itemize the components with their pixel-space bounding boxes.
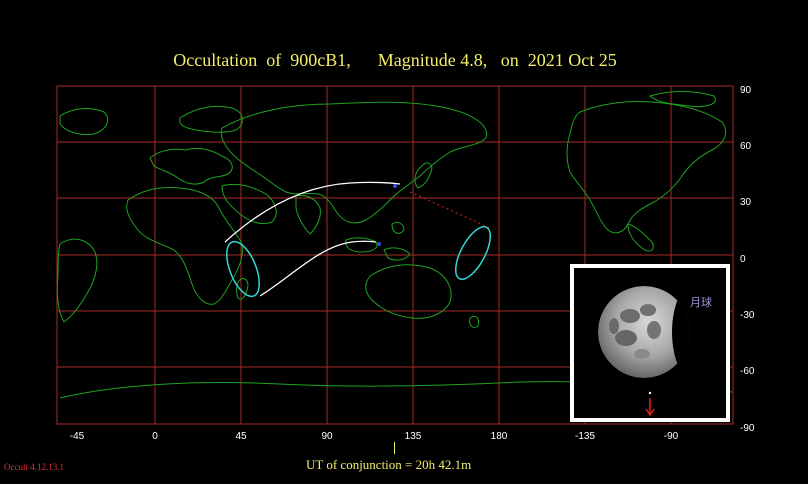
x-tick-label: 90 xyxy=(321,431,333,442)
version-label: Occult 4.12.13.1 xyxy=(4,462,64,472)
x-tick-label: -135 xyxy=(575,431,595,442)
y-tick-label: -30 xyxy=(740,310,755,321)
star-marker xyxy=(648,391,652,395)
y-tick-label: -60 xyxy=(740,366,755,377)
moon-image xyxy=(598,286,690,417)
conjunction-marker xyxy=(394,442,395,454)
path-marker xyxy=(393,184,397,188)
y-tick-label: -90 xyxy=(740,423,755,434)
occultation-path xyxy=(224,181,401,297)
ut-conjunction-text: UT of conjunction = 20h 42.1m xyxy=(306,457,472,472)
y-tick-label: 90 xyxy=(740,85,752,96)
x-tick-label: -45 xyxy=(70,431,85,442)
x-tick-label: 180 xyxy=(491,431,508,442)
x-tick-label: 0 xyxy=(152,431,158,442)
path-marker xyxy=(377,242,381,246)
y-tick-label: 30 xyxy=(740,197,752,208)
y-tick-label: 0 xyxy=(740,254,746,265)
x-axis-labels: -45 0 45 90 135 180 -135 -90 xyxy=(70,431,679,442)
eastern-limb-ellipse xyxy=(454,226,492,280)
x-tick-label: 135 xyxy=(405,431,422,442)
x-tick-label: -90 xyxy=(664,431,679,442)
y-tick-label: 60 xyxy=(740,141,752,152)
western-limb-ellipse xyxy=(226,240,260,298)
moon-inset: 月球 xyxy=(570,264,730,422)
y-axis-labels: 90 60 30 0 -30 -60 -90 xyxy=(740,85,755,434)
x-tick-label: 45 xyxy=(235,431,247,442)
moon-label: 月球 xyxy=(690,296,712,309)
projection-line xyxy=(409,191,491,229)
